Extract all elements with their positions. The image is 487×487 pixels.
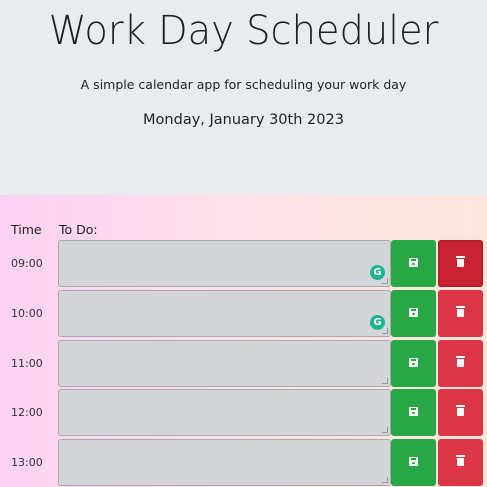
time-block-row: 12:00 [0,389,487,436]
save-button[interactable] [391,340,436,387]
hour-label: 13:00 [11,456,43,469]
trash-icon [456,405,465,416]
task-input[interactable] [58,340,391,387]
task-input[interactable] [58,439,391,486]
time-block-row: 11:00 [0,340,487,387]
task-input[interactable]: G [58,290,391,337]
delete-button[interactable] [438,340,483,387]
page-title: Work Day Scheduler [48,8,439,54]
current-date: Monday, January 30th 2023 [143,112,344,128]
hour-label: 11:00 [11,357,43,370]
save-button[interactable] [391,439,436,486]
floppy-disk-icon [409,457,418,466]
header: Work Day Scheduler A simple calendar app… [0,0,487,195]
delete-button[interactable] [438,240,483,287]
time-column-header: Time [11,222,42,237]
save-button[interactable] [391,240,436,287]
hour-label: 09:00 [11,257,43,270]
save-button[interactable] [391,290,436,337]
trash-icon [456,356,465,367]
grammarly-icon[interactable]: G [370,315,385,330]
floppy-disk-icon [409,358,418,367]
task-input[interactable]: G [58,240,391,287]
time-block-row: 13:00 [0,439,487,486]
floppy-disk-icon [409,407,418,416]
hour-label: 10:00 [11,307,43,320]
time-block-row: 10:00 G [0,290,487,337]
grammarly-icon[interactable]: G [370,265,385,280]
trash-icon [456,256,465,267]
page-subtitle: A simple calendar app for scheduling you… [80,77,407,92]
trash-icon [456,455,465,466]
task-input[interactable] [58,389,391,436]
todo-column-header: To Do: [59,222,98,237]
floppy-disk-icon [409,308,418,317]
hour-label: 12:00 [11,406,43,419]
delete-button[interactable] [438,389,483,436]
floppy-disk-icon [409,258,418,267]
time-block-row: 09:00 G [0,240,487,287]
save-button[interactable] [391,389,436,436]
delete-button[interactable] [438,439,483,486]
trash-icon [456,306,465,317]
delete-button[interactable] [438,290,483,337]
